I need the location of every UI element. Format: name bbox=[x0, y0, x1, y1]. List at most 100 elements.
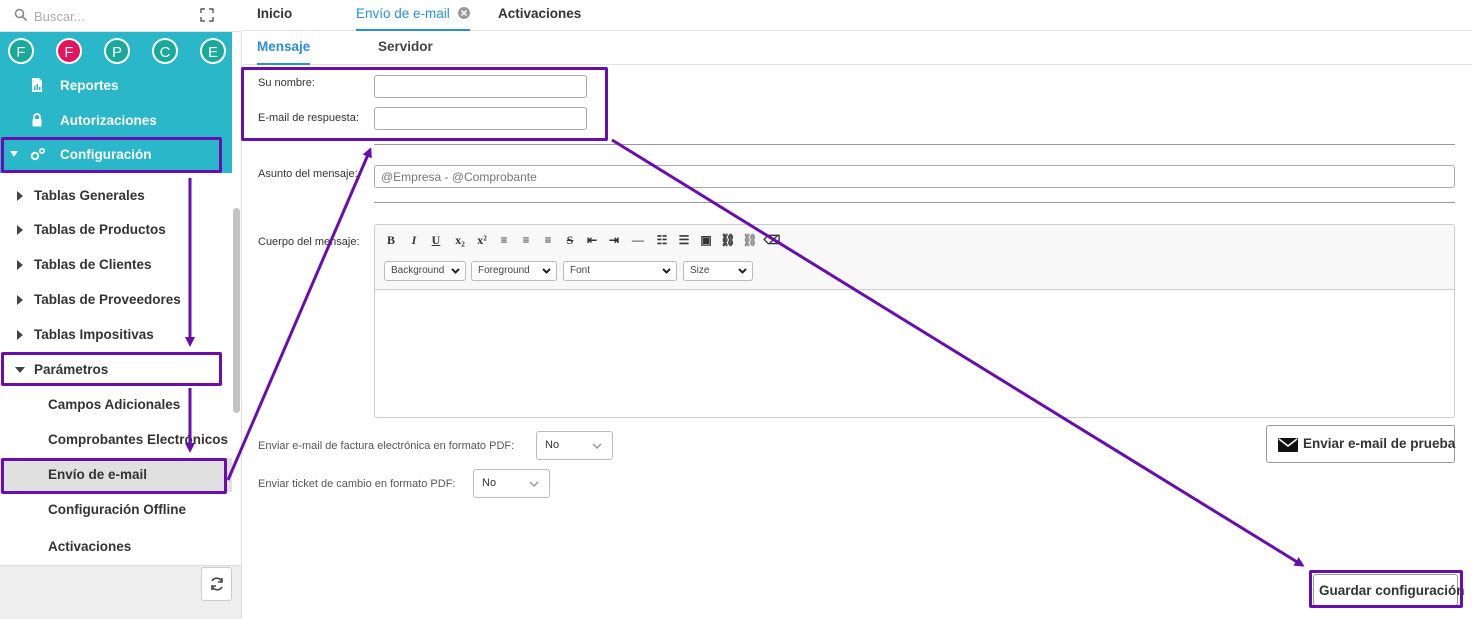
strikethrough-button[interactable]: S bbox=[559, 230, 581, 250]
align-right-icon[interactable]: ≡ bbox=[537, 230, 559, 250]
divider bbox=[374, 144, 1455, 145]
enviar-pdf-label: Enviar e-mail de factura electrónica en … bbox=[258, 440, 515, 452]
ticket-label: Enviar ticket de cambio en formato PDF: bbox=[258, 478, 456, 490]
asunto-input[interactable] bbox=[374, 165, 1455, 188]
sidebar-item-reportes[interactable]: Reportes bbox=[0, 68, 232, 102]
ticket-select[interactable]: No bbox=[473, 469, 550, 498]
save-configuration-button[interactable]: Guardar configuración bbox=[1313, 574, 1465, 606]
sidebar-item-configuracion-offline[interactable]: Configuración Offline bbox=[0, 493, 232, 527]
indent-icon[interactable]: ⇥ bbox=[603, 230, 625, 250]
unordered-list-icon[interactable]: ☰ bbox=[673, 230, 695, 250]
tab-servidor[interactable]: Servidor bbox=[378, 31, 433, 65]
asunto-label: Asunto del mensaje: bbox=[258, 168, 358, 180]
su-nombre-input[interactable] bbox=[374, 75, 587, 98]
bold-button[interactable]: B bbox=[380, 230, 402, 250]
sidebar-item-label: Activaciones bbox=[48, 539, 132, 554]
outdent-icon[interactable]: ⇤ bbox=[581, 230, 603, 250]
foreground-select[interactable]: Foreground bbox=[471, 261, 557, 281]
caret-right-icon bbox=[17, 225, 23, 235]
caret-right-icon bbox=[17, 260, 23, 270]
sidebar-item-tablas-productos[interactable]: Tablas de Productos bbox=[0, 213, 232, 247]
sidebar-scrollbar[interactable] bbox=[233, 208, 240, 413]
cuerpo-label: Cuerpo del mensaje: bbox=[258, 236, 360, 248]
button-label: Guardar configuración bbox=[1319, 583, 1465, 598]
sidebar-item-parametros[interactable]: Parámetros bbox=[0, 353, 232, 387]
select-value: Background bbox=[391, 265, 445, 276]
sidebar-item-tablas-clientes[interactable]: Tablas de Clientes bbox=[0, 248, 232, 282]
fullscreen-icon[interactable] bbox=[199, 7, 215, 23]
size-select[interactable]: Size bbox=[683, 261, 753, 281]
chevron-down-icon bbox=[738, 268, 747, 274]
arrow bbox=[226, 147, 372, 481]
sidebar-item-label: Reportes bbox=[60, 77, 119, 93]
tab-mensaje[interactable]: Mensaje bbox=[257, 31, 311, 65]
subscript-button[interactable]: x₂ bbox=[449, 230, 471, 250]
superscript-button[interactable]: x² bbox=[471, 230, 493, 250]
sidebar-item-tablas-impositivas[interactable]: Tablas Impositivas bbox=[0, 318, 232, 352]
avatar[interactable]: E bbox=[200, 38, 226, 64]
chevron-down-icon bbox=[592, 443, 602, 450]
avatar[interactable]: P bbox=[104, 38, 130, 64]
lock-icon bbox=[32, 113, 42, 127]
avatar[interactable]: F bbox=[8, 38, 34, 64]
top-tab-bar: Inicio Envío de e-mail Activaciones bbox=[242, 0, 1472, 31]
sidebar-item-envio-email[interactable]: Envío de e-mail bbox=[0, 458, 232, 492]
search-bar bbox=[0, 0, 242, 32]
chevron-down-icon bbox=[542, 268, 551, 274]
sidebar-item-tablas-proveedores[interactable]: Tablas de Proveedores bbox=[0, 283, 232, 317]
sidebar-item-label: Campos Adicionales bbox=[48, 397, 181, 412]
background-select[interactable]: Background bbox=[384, 261, 466, 281]
refresh-icon bbox=[211, 577, 223, 591]
avatar-list: F F P C E bbox=[8, 38, 232, 64]
image-icon[interactable]: ▣ bbox=[695, 230, 717, 250]
sidebar-item-label: Parámetros bbox=[34, 362, 109, 377]
sidebar-item-configuracion[interactable]: Configuración bbox=[0, 137, 232, 171]
select-value: Size bbox=[690, 265, 710, 276]
avatar[interactable]: C bbox=[152, 38, 178, 64]
sidebar-item-comprobantes-electronicos[interactable]: Comprobantes Electrónicos bbox=[0, 423, 232, 457]
select-value: Foreground bbox=[478, 265, 530, 276]
search-icon bbox=[14, 8, 28, 22]
sidebar-item-campos-adicionales[interactable]: Campos Adicionales bbox=[0, 388, 232, 422]
search-input[interactable] bbox=[32, 5, 182, 27]
button-label: Enviar e-mail de prueba bbox=[1303, 436, 1456, 451]
underline-button[interactable]: U bbox=[425, 230, 447, 250]
report-file-icon bbox=[32, 78, 42, 92]
sidebar-item-label: Envío de e-mail bbox=[48, 467, 148, 482]
tab-envio-email[interactable]: Envío de e-mail bbox=[356, 0, 470, 31]
chevron-down-icon bbox=[451, 268, 460, 274]
italic-button[interactable]: I bbox=[403, 230, 425, 250]
sidebar-item-tablas-generales[interactable]: Tablas Generales bbox=[0, 179, 232, 213]
email-respuesta-input[interactable] bbox=[374, 107, 587, 130]
align-center-icon[interactable]: ≡ bbox=[515, 230, 537, 250]
rich-text-editor: B I U x₂ x² ≡ ≡ ≡ S ⇤ ⇥ — ☷ ☰ ▣ ⛓ ⛓ ⌫ Ba… bbox=[374, 224, 1455, 418]
chevron-down-icon bbox=[529, 481, 539, 488]
tab-activaciones[interactable]: Activaciones bbox=[498, 0, 581, 31]
editor-content-area[interactable] bbox=[375, 291, 1454, 417]
font-select[interactable]: Font bbox=[563, 261, 677, 281]
enviar-pdf-select[interactable]: No bbox=[536, 431, 613, 460]
sidebar-item-label: Tablas de Proveedores bbox=[34, 292, 181, 307]
tab-label: Envío de e-mail bbox=[356, 6, 450, 21]
caret-right-icon bbox=[17, 295, 23, 305]
sidebar-item-autorizaciones[interactable]: Autorizaciones bbox=[0, 103, 232, 137]
horizontal-rule-icon[interactable]: — bbox=[627, 230, 649, 250]
sub-tab-bar: Mensaje Servidor bbox=[242, 31, 1472, 65]
close-icon[interactable] bbox=[457, 7, 470, 19]
caret-down-icon bbox=[10, 151, 18, 157]
divider bbox=[374, 202, 1455, 203]
send-test-email-button[interactable]: Enviar e-mail de prueba bbox=[1266, 425, 1455, 463]
tab-inicio[interactable]: Inicio bbox=[257, 0, 292, 31]
sidebar-item-activaciones[interactable]: Activaciones bbox=[0, 530, 232, 564]
align-left-icon[interactable]: ≡ bbox=[493, 230, 515, 250]
eraser-icon[interactable]: ⌫ bbox=[761, 230, 783, 250]
unlink-icon[interactable]: ⛓ bbox=[739, 230, 761, 250]
link-icon[interactable]: ⛓ bbox=[717, 230, 739, 250]
refresh-button[interactable] bbox=[201, 567, 232, 601]
envelope-icon bbox=[1278, 438, 1298, 452]
avatar[interactable]: F bbox=[56, 38, 82, 64]
caret-right-icon bbox=[17, 191, 23, 201]
ordered-list-icon[interactable]: ☷ bbox=[651, 230, 673, 250]
sidebar: F F P C E Reportes Autorizaciones Config… bbox=[0, 0, 242, 619]
email-respuesta-label: E-mail de respuesta: bbox=[258, 112, 359, 124]
